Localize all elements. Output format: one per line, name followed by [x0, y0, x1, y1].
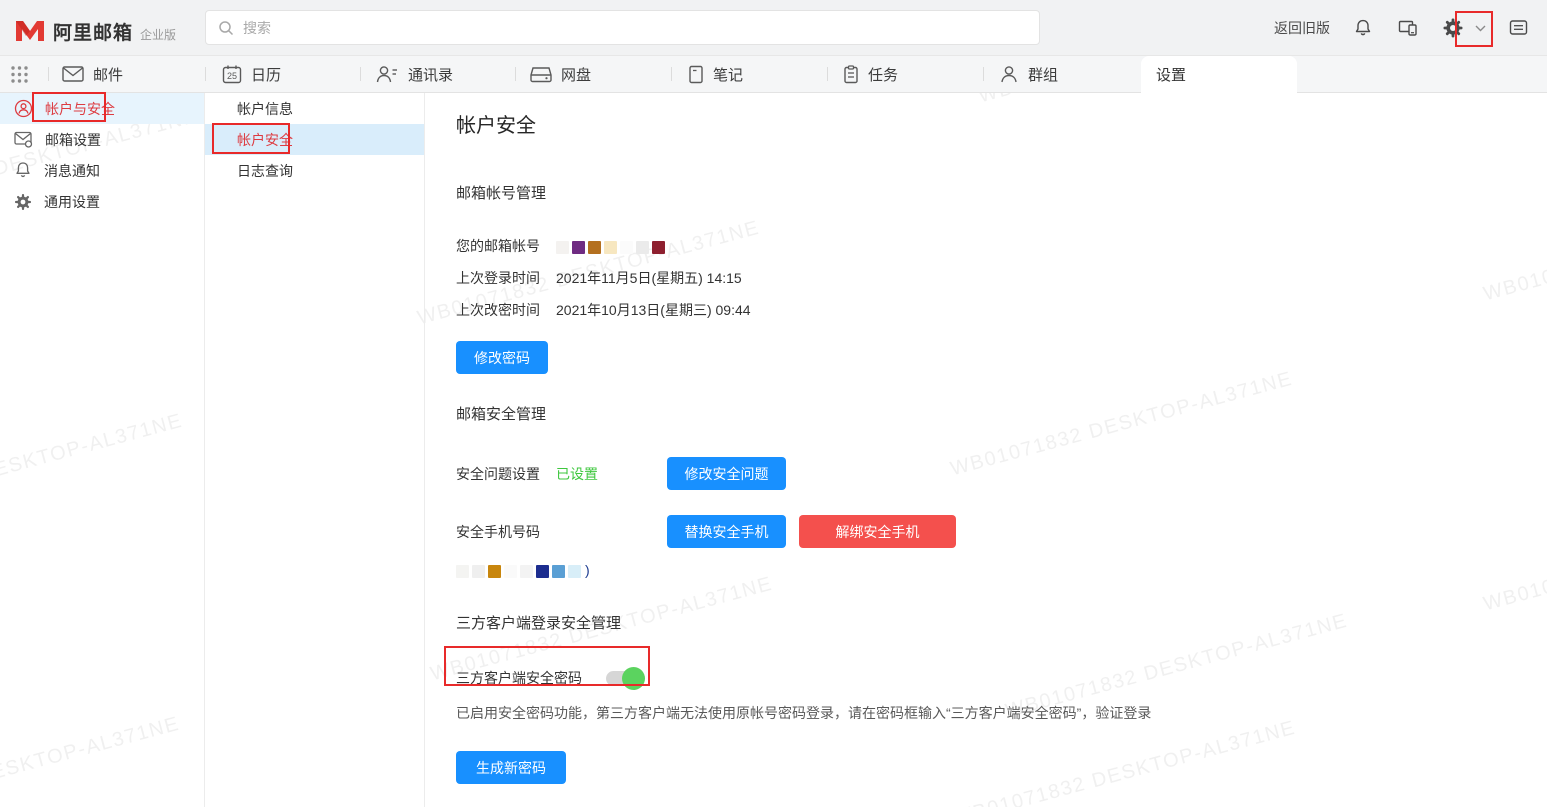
- unbind-security-phone-button[interactable]: 解绑安全手机: [799, 515, 956, 548]
- tab-mail[interactable]: 邮件: [62, 56, 123, 92]
- last-login-label: 上次登录时间: [456, 268, 556, 288]
- security-question-status-badge: 已设置: [556, 464, 667, 484]
- tab-tasks[interactable]: 任务: [843, 56, 898, 92]
- tab-contacts[interactable]: 通讯录: [375, 56, 453, 92]
- last-password-change-value: 2021年10月13日(星期三) 09:44: [556, 300, 751, 320]
- bell-icon: [14, 161, 32, 180]
- gear-icon: [14, 193, 32, 211]
- sidebar-item-label: 帐户与安全: [45, 99, 115, 119]
- section-heading-third-party-client: 三方客户端登录安全管理: [456, 612, 1507, 633]
- brand-name: 阿里邮箱: [53, 18, 133, 45]
- settings-sidebar: 帐户与安全 邮箱设置 消息通知: [0, 93, 205, 807]
- third-party-password-toggle[interactable]: [606, 671, 643, 686]
- contacts-icon: [375, 65, 399, 83]
- submenu-item-label: 帐户安全: [237, 130, 293, 150]
- tab-settings-label: 设置: [1156, 64, 1186, 85]
- multi-device-icon[interactable]: [1396, 16, 1420, 40]
- submenu-item-label: 帐户信息: [237, 99, 293, 119]
- tab-calendar[interactable]: 25 日历: [222, 56, 281, 92]
- third-party-password-description: 已启用安全密码功能，第三方客户端无法使用原帐号密码登录，请在密码框输入“三方客户…: [456, 703, 1507, 723]
- email-account-row: 您的邮箱帐号: [456, 236, 1507, 256]
- tab-settings[interactable]: 设置: [1141, 56, 1297, 93]
- sidebar-item-notifications[interactable]: 消息通知: [0, 155, 204, 186]
- change-password-button[interactable]: 修改密码: [456, 341, 548, 374]
- tab-calendar-label: 日历: [251, 64, 281, 85]
- security-question-label: 安全问题设置: [456, 464, 556, 484]
- person-circle-icon: [14, 99, 33, 118]
- sidebar-item-general-settings[interactable]: 通用设置: [0, 186, 204, 217]
- groups-icon: [999, 65, 1019, 83]
- phone-redacted-suffix: ): [585, 562, 590, 578]
- sidebar-item-label: 通用设置: [44, 192, 100, 212]
- email-account-label: 您的邮箱帐号: [456, 236, 556, 256]
- section-heading-mailbox-account: 邮箱帐号管理: [456, 182, 1507, 203]
- last-password-change-row: 上次改密时间 2021年10月13日(星期三) 09:44: [456, 300, 1507, 320]
- sidebar-item-label: 消息通知: [44, 161, 100, 181]
- search-input[interactable]: 搜索: [205, 10, 1040, 45]
- sidebar-item-mail-settings[interactable]: 邮箱设置: [0, 124, 204, 155]
- tab-notes-label: 笔记: [713, 64, 743, 85]
- generate-new-password-button[interactable]: 生成新密码: [456, 751, 566, 784]
- section-heading-mailbox-security: 邮箱安全管理: [456, 403, 1507, 424]
- mail-gear-icon: [14, 131, 33, 148]
- security-phone-redacted: ): [456, 562, 1507, 578]
- app-nav-tabs: 邮件 25 日历 通讯录: [0, 56, 1547, 93]
- security-question-row: 安全问题设置 已设置 修改安全问题: [456, 457, 1507, 490]
- notifications-bell-icon[interactable]: [1351, 16, 1375, 40]
- third-party-password-row: 三方客户端安全密码: [456, 666, 1507, 690]
- chevron-down-icon[interactable]: [1474, 16, 1486, 40]
- last-login-value: 2021年11月5日(星期五) 14:15: [556, 268, 742, 288]
- brand-edition-badge: 企业版: [140, 26, 176, 43]
- tab-notes[interactable]: 笔记: [688, 56, 743, 92]
- alimail-m-logo-icon: [14, 17, 46, 43]
- tab-contacts-label: 通讯录: [408, 64, 453, 85]
- feedback-icon[interactable]: [1507, 16, 1531, 40]
- tab-drive[interactable]: 网盘: [530, 56, 591, 92]
- email-account-redacted: [556, 238, 668, 254]
- sidebar-item-account-security[interactable]: 帐户与安全: [0, 93, 204, 124]
- drive-icon: [530, 66, 552, 83]
- topbar: 阿里邮箱 企业版 搜索 返回旧版: [0, 0, 1547, 56]
- notes-icon: [688, 65, 704, 84]
- third-party-password-label: 三方客户端安全密码: [456, 668, 582, 688]
- modify-security-question-button[interactable]: 修改安全问题: [667, 457, 786, 490]
- sidebar-item-label: 邮箱设置: [45, 130, 101, 150]
- account-submenu: 帐户信息 帐户安全 日志查询: [205, 93, 425, 807]
- app-grid-icon[interactable]: [10, 65, 29, 84]
- back-to-old-version-link[interactable]: 返回旧版: [1274, 18, 1330, 38]
- security-phone-label: 安全手机号码: [456, 522, 667, 542]
- tab-groups[interactable]: 群组: [999, 56, 1058, 92]
- account-security-panel: 帐户安全 邮箱帐号管理 您的邮箱帐号 上次登录时间 2021年11月5日(星期五…: [425, 93, 1547, 807]
- page-title: 帐户安全: [456, 112, 1507, 140]
- last-login-row: 上次登录时间 2021年11月5日(星期五) 14:15: [456, 268, 1507, 288]
- tab-mail-label: 邮件: [93, 64, 123, 85]
- tab-tasks-label: 任务: [868, 64, 898, 85]
- mail-icon: [62, 66, 84, 82]
- toggle-knob: [622, 667, 645, 690]
- settings-gear-icon[interactable]: [1441, 16, 1465, 40]
- search-icon: [218, 20, 234, 36]
- replace-security-phone-button[interactable]: 替换安全手机: [667, 515, 786, 548]
- app-window: WB01071832 DESKTOP-AL371NE WB01071832 DE…: [0, 0, 1547, 807]
- submenu-item-label: 日志查询: [237, 161, 293, 181]
- brand-logo[interactable]: 阿里邮箱 企业版: [14, 13, 176, 45]
- last-password-change-label: 上次改密时间: [456, 300, 556, 320]
- tab-groups-label: 群组: [1028, 64, 1058, 85]
- tasks-icon: [843, 65, 859, 84]
- submenu-item-account-info[interactable]: 帐户信息: [205, 93, 424, 124]
- submenu-item-account-security[interactable]: 帐户安全: [205, 124, 424, 155]
- search-placeholder: 搜索: [243, 18, 271, 38]
- security-phone-row: 安全手机号码 替换安全手机 解绑安全手机: [456, 515, 1507, 548]
- tab-drive-label: 网盘: [561, 64, 591, 85]
- submenu-item-log-query[interactable]: 日志查询: [205, 155, 424, 186]
- svg-text:25: 25: [227, 71, 237, 81]
- calendar-icon: 25: [222, 65, 242, 84]
